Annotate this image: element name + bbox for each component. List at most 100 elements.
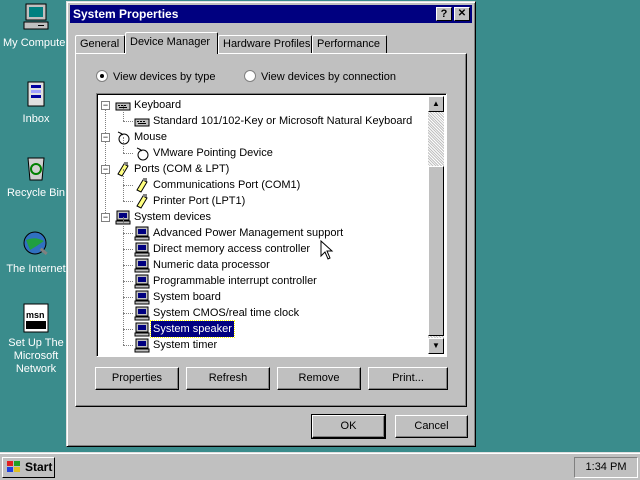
properties-button[interactable]: Properties	[95, 367, 179, 390]
tree-connector-line	[123, 281, 133, 282]
tree-connector-line	[123, 153, 133, 154]
remove-button[interactable]: Remove	[277, 367, 361, 390]
help-button[interactable]: ?	[436, 7, 452, 21]
tree-device-item[interactable]: System CMOS/real time clock	[97, 297, 427, 321]
tree-item-label: Keyboard	[134, 99, 182, 111]
tree-category[interactable]: − Keyboard	[97, 97, 427, 113]
desktop-icon-label: Set Up The Microsoft Network	[8, 337, 64, 375]
tree-connector-line	[123, 169, 124, 185]
desktop-icon-label: My Computer	[2, 37, 70, 49]
tree-item-label: Programmable interrupt controller	[153, 275, 317, 287]
refresh-button[interactable]: Refresh	[186, 367, 270, 390]
tree-device-item[interactable]: Direct memory access controller	[97, 233, 427, 257]
device-tree[interactable]: − Keyboard Standard 101/102-Key or Microso…	[96, 93, 447, 357]
tree-device-item[interactable]: System speaker	[97, 313, 427, 338]
keyboard-icon	[134, 113, 150, 129]
title-bar[interactable]: System Properties ? ✕	[70, 5, 472, 23]
tree-device-item[interactable]: Printer Port (LPT1)	[97, 185, 427, 209]
collapse-toggle-icon[interactable]: −	[101, 133, 110, 142]
inbox-icon	[20, 78, 52, 110]
print-button[interactable]: Print...	[368, 367, 448, 390]
mouse-icon	[134, 145, 150, 161]
tree-item-label: System CMOS/real time clock	[153, 307, 300, 319]
windows-logo-icon	[7, 461, 20, 472]
close-button[interactable]: ✕	[454, 7, 470, 21]
tree-connector-line	[123, 249, 133, 250]
collapse-toggle-icon[interactable]: −	[101, 165, 110, 174]
tab-hardware-profiles[interactable]: Hardware Profiles	[218, 35, 312, 53]
system-properties-dialog: System Properties ? ✕ General Device Man…	[66, 1, 476, 447]
taskbar: Start 1:34 PM	[0, 452, 640, 480]
tree-category[interactable]: − Ports (COM & LPT)	[97, 161, 427, 177]
start-button[interactable]: Start	[2, 457, 55, 478]
tree-item-label: Communications Port (COM1)	[153, 179, 301, 191]
tree-item-label: Ports (COM & LPT)	[134, 163, 230, 175]
computer-icon	[134, 241, 150, 257]
view-by-connection-option[interactable]: View devices by connection	[244, 70, 396, 84]
tree-item-label: VMware Pointing Device	[153, 147, 273, 159]
radio-button[interactable]	[244, 70, 256, 82]
device-manager-panel: View devices by type View devices by con…	[75, 53, 467, 407]
computer-icon	[134, 273, 150, 289]
tree-device-item[interactable]: Standard 101/102-Key or Microsoft Natura…	[97, 105, 427, 129]
cancel-button[interactable]: Cancel	[395, 415, 468, 438]
svg-text:msn: msn	[26, 310, 45, 320]
tree-item-label: Standard 101/102-Key or Microsoft Natura…	[153, 115, 413, 127]
mouse-cursor-icon	[320, 240, 334, 260]
ok-button[interactable]: OK	[311, 414, 386, 439]
desktop-icon-my-computer[interactable]: My Computer	[0, 2, 74, 50]
tree-connector-line	[123, 281, 124, 297]
tree-connector-line	[123, 345, 133, 346]
tree-connector-line	[123, 201, 133, 202]
scroll-up-button[interactable]: ▲	[428, 96, 444, 112]
tree-item-label: System board	[153, 291, 221, 303]
tab-general[interactable]: General	[75, 35, 125, 53]
dialog-title: System Properties	[73, 7, 179, 21]
system-tray-clock[interactable]: 1:34 PM	[574, 457, 638, 478]
computer-icon	[134, 305, 150, 321]
tree-device-item[interactable]: Numeric data processor	[97, 249, 427, 273]
msn-icon: msn	[20, 302, 52, 334]
desktop-icon-msn[interactable]: msn Set Up The Microsoft Network	[0, 302, 74, 376]
tree-connector-line	[123, 313, 124, 329]
tree-connector-line	[123, 185, 124, 201]
tab-performance[interactable]: Performance	[312, 35, 387, 53]
tree-connector-line	[123, 297, 124, 313]
tree-connector-line	[123, 137, 124, 153]
tree-connector-line	[123, 233, 133, 234]
collapse-toggle-icon[interactable]: −	[101, 101, 110, 110]
tree-item-label: Printer Port (LPT1)	[153, 195, 246, 207]
radio-label: View devices by connection	[261, 71, 396, 83]
desktop-icon-label: Inbox	[22, 113, 50, 125]
scroll-down-button[interactable]: ▼	[428, 338, 444, 354]
view-by-type-option[interactable]: View devices by type	[96, 70, 216, 84]
tree-device-item[interactable]: Programmable interrupt controller	[97, 265, 427, 289]
tree-connector-line	[123, 121, 133, 122]
tree-connector-line	[123, 329, 133, 330]
tree-connector-line	[123, 329, 124, 345]
tree-category[interactable]: − Mouse	[97, 129, 427, 145]
tree-item-label: Advanced Power Management support	[153, 227, 344, 239]
vertical-scrollbar[interactable]: ▲ ▼	[428, 96, 444, 354]
desktop-icon-label: Recycle Bin	[6, 187, 66, 199]
port-icon	[134, 177, 150, 193]
collapse-toggle-icon[interactable]: −	[101, 213, 110, 222]
desktop-icon-recycle-bin[interactable]: Recycle Bin	[0, 152, 74, 200]
tree-category[interactable]: − System devices	[97, 209, 427, 225]
tab-device-manager[interactable]: Device Manager	[125, 32, 218, 54]
tree-item-label: System speaker	[150, 320, 235, 338]
tree-device-item[interactable]: System board	[97, 281, 427, 305]
tree-item-label: Direct memory access controller	[153, 243, 311, 255]
scroll-thumb[interactable]	[428, 166, 444, 336]
tree-device-item[interactable]: Communications Port (COM1)	[97, 169, 427, 193]
port-icon	[134, 193, 150, 209]
desktop-icon-inbox[interactable]: Inbox	[0, 78, 74, 126]
tree-item-label: Numeric data processor	[153, 259, 270, 271]
tree-item-label: System devices	[134, 211, 212, 223]
tree-device-item[interactable]: System timer	[97, 329, 427, 353]
desktop-icon-internet[interactable]: The Internet	[0, 228, 74, 276]
tree-device-item[interactable]: VMware Pointing Device	[97, 137, 427, 161]
tree-connector-line	[123, 313, 133, 314]
radio-button[interactable]	[96, 70, 108, 82]
tree-device-item[interactable]: Advanced Power Management support	[97, 217, 427, 241]
